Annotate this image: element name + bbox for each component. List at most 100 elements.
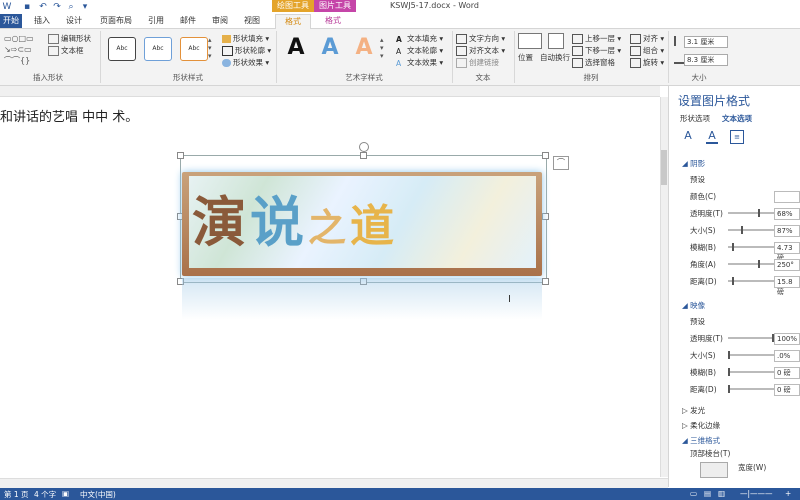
shadow-value-input[interactable]: 87% bbox=[774, 225, 800, 237]
align-button[interactable]: 对齐 ▾ bbox=[630, 33, 664, 44]
reflection-slider[interactable] bbox=[728, 337, 774, 339]
tab-home[interactable]: 开始 bbox=[0, 14, 22, 28]
rotate-handle-icon[interactable] bbox=[359, 142, 369, 152]
document-text-line[interactable]: 和讲话的艺唱 中中 术。 bbox=[0, 106, 138, 125]
zoom-in-icon[interactable]: + bbox=[785, 489, 791, 498]
tab-design[interactable]: 设计 bbox=[62, 14, 86, 28]
reflection-slider-knob[interactable] bbox=[728, 368, 730, 376]
reflection-value-input[interactable]: .0% bbox=[774, 350, 800, 362]
position-button[interactable]: 位置 bbox=[518, 52, 533, 63]
group-button[interactable]: 组合 ▾ bbox=[630, 45, 664, 56]
shadow-slider-knob[interactable] bbox=[741, 226, 743, 234]
height-input[interactable]: 3.1 厘米 bbox=[684, 36, 728, 48]
shape-style-swatch-3[interactable]: Abc bbox=[180, 37, 208, 61]
tab-mailings[interactable]: 邮件 bbox=[176, 14, 200, 28]
read-mode-icon[interactable]: ▭ bbox=[690, 489, 697, 498]
print-preview-icon[interactable]: ⌕ bbox=[66, 2, 76, 12]
shadow-value-input[interactable]: 68% bbox=[774, 208, 800, 220]
section-3d-format[interactable]: ◢ 三维格式 bbox=[682, 435, 720, 446]
zoom-slider[interactable]: —|——— bbox=[740, 489, 773, 498]
shadow-slider-knob[interactable] bbox=[732, 277, 734, 285]
wrap-text-icon[interactable] bbox=[548, 33, 564, 49]
horizontal-ruler[interactable] bbox=[0, 86, 660, 97]
reflection-slider-knob[interactable] bbox=[728, 385, 730, 393]
resize-handle[interactable] bbox=[542, 278, 549, 285]
wordart-scroll[interactable]: ▴ ▾ ▾ bbox=[380, 36, 388, 62]
undo-icon[interactable]: ↶ bbox=[38, 2, 48, 12]
text-direction-button[interactable]: 文字方向 ▾ bbox=[456, 33, 505, 44]
tab-picture-format[interactable]: 格式 bbox=[316, 14, 350, 28]
shadow-value-input[interactable]: 4.73 磅 bbox=[774, 242, 800, 262]
text-effects-button[interactable]: A 文本效果 ▾ bbox=[396, 57, 443, 68]
shadow-slider-knob[interactable] bbox=[758, 209, 760, 217]
shadow-value-input[interactable]: 15.8 磅 bbox=[774, 276, 800, 296]
shadow-slider[interactable] bbox=[728, 229, 774, 231]
resize-handle[interactable] bbox=[360, 152, 367, 159]
reflection-value-input[interactable]: 100% bbox=[774, 333, 800, 345]
layout-options-icon[interactable]: ⌒ bbox=[553, 156, 569, 170]
align-text-button[interactable]: 对齐文本 ▾ bbox=[456, 45, 505, 56]
qat-dropdown-icon[interactable]: ▾ bbox=[80, 2, 90, 12]
shape-style-swatch-2[interactable]: Abc bbox=[144, 37, 172, 61]
reflection-slider[interactable] bbox=[728, 354, 774, 356]
section-reflection[interactable]: ◢ 映像 bbox=[682, 300, 705, 311]
reflection-value-input[interactable]: 0 磅 bbox=[774, 367, 800, 379]
text-effects-icon[interactable]: A bbox=[706, 130, 718, 144]
reflection-slider-knob[interactable] bbox=[728, 351, 730, 359]
reflection-value-input[interactable]: 0 磅 bbox=[774, 384, 800, 396]
language-indicator[interactable]: 中文(中国) bbox=[80, 489, 116, 500]
text-fill-outline-icon[interactable]: A bbox=[682, 130, 694, 142]
word-count[interactable]: 4 个字 bbox=[34, 489, 56, 500]
redo-icon[interactable]: ↷ bbox=[52, 2, 62, 12]
proofing-icon[interactable]: ▣ bbox=[62, 489, 69, 498]
reflection-slider[interactable] bbox=[728, 371, 774, 373]
tab-shape-options[interactable]: 形状选项 bbox=[680, 113, 710, 124]
bring-forward-button[interactable]: 上移一层 ▾ bbox=[572, 33, 621, 44]
resize-handle[interactable] bbox=[177, 152, 184, 159]
shadow-slider-knob[interactable] bbox=[732, 243, 734, 251]
tab-view[interactable]: 视图 bbox=[240, 14, 264, 28]
tab-insert[interactable]: 插入 bbox=[30, 14, 54, 28]
section-soft-edges[interactable]: ▷ 柔化边缘 bbox=[682, 420, 720, 431]
tab-references[interactable]: 引用 bbox=[144, 14, 168, 28]
shadow-slider[interactable] bbox=[728, 246, 774, 248]
shadow-slider[interactable] bbox=[728, 263, 774, 265]
section-shadow[interactable]: ◢ 阴影 bbox=[682, 158, 705, 169]
send-backward-button[interactable]: 下移一层 ▾ bbox=[572, 45, 621, 56]
bevel-preset-button[interactable] bbox=[700, 462, 728, 478]
shapes-gallery[interactable]: ▭○□▭ ↘⇨⊂▭ ⌒⌒{} bbox=[4, 33, 46, 67]
horizontal-scrollbar[interactable] bbox=[0, 478, 668, 488]
tab-review[interactable]: 审阅 bbox=[208, 14, 232, 28]
wordart-style-blue[interactable]: A bbox=[318, 34, 342, 62]
web-layout-icon[interactable]: ▥ bbox=[718, 489, 725, 498]
textbox-icon[interactable]: ≡ bbox=[730, 130, 744, 144]
shadow-color-dropdown[interactable] bbox=[774, 191, 800, 203]
wordart-style-black[interactable]: A bbox=[284, 34, 308, 62]
tab-drawing-format[interactable]: 格式 bbox=[275, 14, 311, 30]
save-icon[interactable]: ▪ bbox=[22, 2, 32, 12]
reflection-slider[interactable] bbox=[728, 388, 774, 390]
text-box-button[interactable]: 文本框 bbox=[48, 45, 84, 56]
shape-fill-button[interactable]: 形状填充 ▾ bbox=[222, 33, 269, 44]
vertical-scroll-thumb[interactable] bbox=[661, 150, 667, 185]
position-icon[interactable] bbox=[518, 33, 542, 49]
print-layout-icon[interactable]: ▤ bbox=[704, 489, 711, 498]
width-input[interactable]: 8.3 厘米 bbox=[684, 54, 728, 66]
resize-handle[interactable] bbox=[542, 152, 549, 159]
wrap-text-button[interactable]: 自动换行 bbox=[540, 52, 570, 63]
page-indicator[interactable]: 第 1 页 bbox=[4, 489, 29, 500]
shadow-slider[interactable] bbox=[728, 280, 774, 282]
tab-page-layout[interactable]: 页面布局 bbox=[96, 14, 136, 28]
edit-shape-button[interactable]: 编辑形状 bbox=[48, 33, 91, 44]
tab-text-options[interactable]: 文本选项 bbox=[722, 113, 752, 124]
rotate-button[interactable]: 旋转 ▾ bbox=[630, 57, 664, 68]
shadow-value-input[interactable]: 250° bbox=[774, 259, 800, 271]
shape-styles-scroll[interactable]: ▴ ▾ ▾ bbox=[208, 36, 216, 62]
shape-style-swatch-1[interactable]: Abc bbox=[108, 37, 136, 61]
section-glow[interactable]: ▷ 发光 bbox=[682, 405, 705, 416]
shape-outline-button[interactable]: 形状轮廓 ▾ bbox=[222, 45, 271, 56]
text-outline-button[interactable]: A 文本轮廓 ▾ bbox=[396, 45, 443, 56]
shape-effects-button[interactable]: 形状效果 ▾ bbox=[222, 57, 269, 68]
text-fill-button[interactable]: A 文本填充 ▾ bbox=[396, 33, 443, 44]
selection-pane-button[interactable]: 选择窗格 bbox=[572, 57, 615, 68]
